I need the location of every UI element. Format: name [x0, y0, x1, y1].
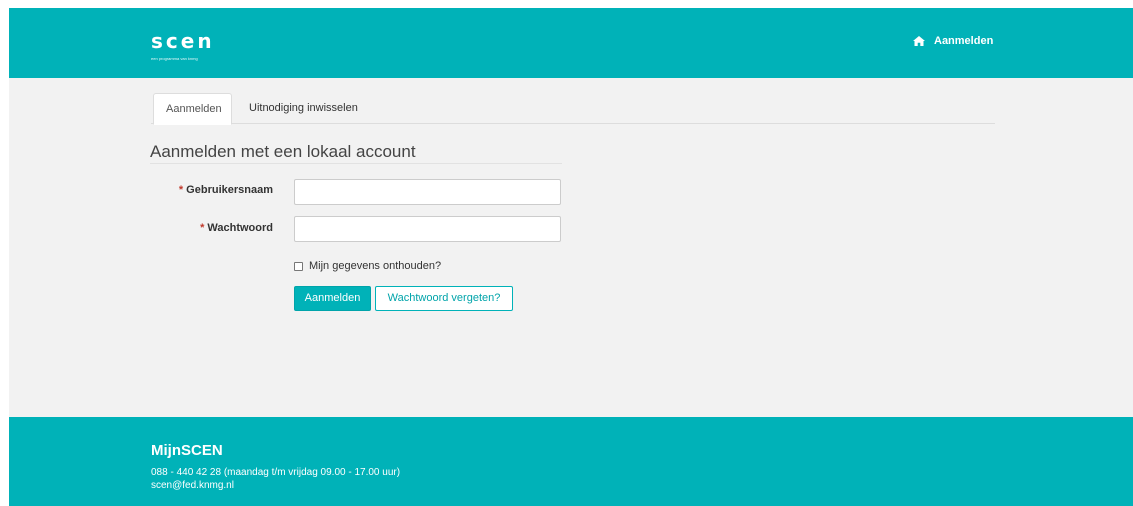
forgot-password-button[interactable]: Wachtwoord vergeten? [375, 286, 513, 311]
username-label-text: Gebruikersnaam [186, 184, 273, 196]
remember-label: Mijn gegevens onthouden? [309, 260, 442, 272]
title-divider [150, 163, 562, 164]
form-title: Aanmelden met een lokaal account [150, 142, 416, 161]
username-field[interactable] [294, 179, 561, 205]
required-marker: * [178, 184, 184, 196]
password-label-text: Wachtwoord [207, 222, 273, 234]
remember-me-option[interactable]: Mijn gegevens onthouden? [294, 260, 441, 272]
scen-logo[interactable]: scen een programma van knmg [151, 30, 215, 62]
tab-uitnodiging-inwisselen[interactable]: Uitnodiging inwisselen [237, 93, 370, 124]
password-label: * Wachtwoord [200, 222, 273, 234]
page-frame: scen een programma van knmg Aanmelden Aa… [9, 8, 1133, 506]
site-header: scen een programma van knmg Aanmelden [9, 8, 1133, 78]
required-marker: * [200, 222, 205, 234]
footer-email-link[interactable]: scen@fed.knmg.nl [151, 480, 234, 491]
logo-text: scen [151, 29, 215, 53]
password-field[interactable] [294, 216, 561, 242]
home-icon [913, 36, 934, 46]
nav-login-label: Aanmelden [934, 35, 994, 47]
logo-tagline: een programma van knmg [151, 56, 198, 61]
login-submit-button[interactable]: Aanmelden [294, 286, 371, 311]
login-tabs: Aanmelden Uitnodiging inwisselen [151, 93, 995, 125]
nav-login-link[interactable]: Aanmelden [913, 35, 993, 47]
footer-phone: 088 - 440 42 28 (maandag t/m vrijdag 09.… [151, 467, 401, 478]
footer-title: MijnSCEN [151, 442, 223, 459]
tab-aanmelden[interactable]: Aanmelden [153, 93, 232, 125]
username-label: * Gebruikersnaam [179, 184, 273, 196]
remember-checkbox[interactable] [294, 261, 303, 271]
site-footer: MijnSCEN 088 - 440 42 28 (maandag t/m vr… [9, 417, 1133, 506]
